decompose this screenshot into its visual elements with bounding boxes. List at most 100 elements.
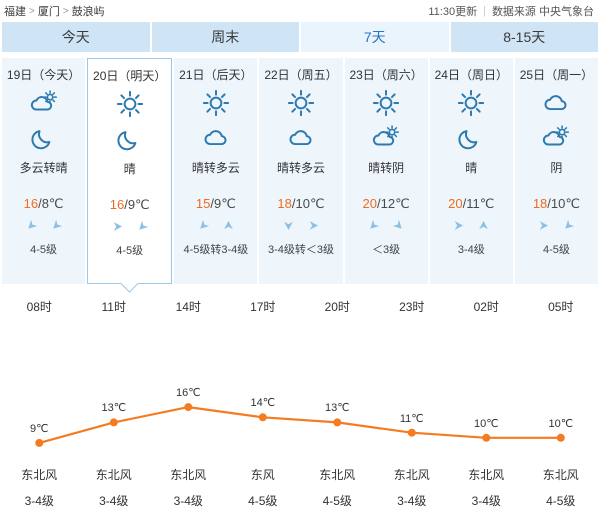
- day-high-temp: 18: [532, 196, 548, 211]
- day-card-4[interactable]: 23日（周六） 晴转阴 20/12℃ ＜3级: [344, 58, 428, 284]
- wind-direction: 东北风: [95, 468, 132, 482]
- day-condition: 晴: [123, 162, 136, 176]
- day-card-5[interactable]: 24日（周日） 晴 20/11℃ 3-4级: [429, 58, 513, 284]
- wind-level: 4-5级: [546, 494, 576, 508]
- temperature-point-7: [556, 433, 565, 442]
- day-temperature-range: 16/9℃: [110, 197, 150, 213]
- hourly-wind-4: 东北风 4-5级: [300, 466, 375, 509]
- sun-icon: [372, 89, 400, 122]
- day-low-temp: 12℃: [380, 196, 410, 211]
- hourly-temperature-chart: 9℃ 13℃ 16℃ 14℃ 13℃ 11℃ 10℃ 10℃: [2, 320, 598, 460]
- wind-level: 4-5级: [322, 494, 352, 508]
- meta-divider: |: [483, 5, 486, 17]
- day-low-temp: 9℃: [127, 197, 150, 212]
- temperature-point-4: [333, 418, 342, 427]
- day-temperature-range: 20/11℃: [448, 196, 494, 212]
- day-condition: 晴: [465, 161, 478, 175]
- day-icons: [30, 89, 58, 151]
- day-wind-arrows: [537, 219, 575, 235]
- day-wind-level: 4-5级: [542, 244, 570, 256]
- day-icons: [116, 90, 144, 152]
- moon-icon: [457, 124, 485, 157]
- hourly-wind-0: 东北风 3-4级: [2, 466, 77, 509]
- day-date: 20日（明天）: [93, 69, 167, 83]
- wind-direction: 东北风: [542, 468, 579, 482]
- day-icons: [372, 89, 400, 151]
- day-wind-arrows: [367, 219, 405, 237]
- day-high-temp: 15: [195, 196, 211, 211]
- temperature-label-1: 13℃: [101, 402, 127, 415]
- tab-label: 8-15天: [503, 29, 546, 45]
- wind-arrow-icon: [111, 220, 124, 238]
- sun-icon: [116, 90, 144, 123]
- wind-arrow-icon: [452, 219, 465, 237]
- day-temperature-range: 18/10℃: [277, 196, 324, 212]
- wind-arrow-icon: [477, 219, 490, 237]
- wind-level: 3-4级: [99, 494, 129, 508]
- day-wind-level: ＜3级: [372, 244, 401, 256]
- breadcrumb-item-district[interactable]: 鼓浪屿: [72, 3, 105, 19]
- day-card-1[interactable]: 20日（明天） 晴 16/9℃ 4-5级: [87, 58, 173, 293]
- day-icons: [202, 89, 230, 151]
- top-bar: 福建 > 厦门 > 鼓浪屿 11:30更新 | 数据来源 中央气象台: [0, 0, 600, 22]
- breadcrumb-item-province[interactable]: 福建: [4, 3, 26, 19]
- wind-arrow-icon: [25, 219, 38, 237]
- tab-0[interactable]: 今天: [2, 22, 150, 52]
- hour-label-0: 08时: [26, 300, 52, 314]
- hourly-wind-3: 东风 4-5级: [226, 466, 301, 509]
- day-condition: 阴: [550, 161, 563, 175]
- hourly-wind-row: 东北风 3-4级 东北风 3-4级 东北风 3-4级 东风 4-5级 东北风 4-5级 东北风 3-4…: [0, 460, 600, 509]
- update-time: 11:30更新: [428, 6, 478, 18]
- wind-level: 3-4级: [397, 494, 427, 508]
- temperature-label-7: 10℃: [548, 417, 574, 430]
- wind-direction: 东风: [250, 468, 275, 482]
- day-high-temp: 16: [23, 196, 39, 211]
- forecast-range-tabs: 今天 周末 7天 8-15天: [0, 22, 600, 52]
- wind-arrow-icon: [282, 219, 295, 237]
- temperature-label-5: 11℃: [399, 412, 424, 425]
- wind-arrow-icon: [222, 219, 235, 237]
- moon-icon: [116, 125, 144, 158]
- wind-arrow-icon: [307, 219, 320, 237]
- temperature-point-2: [184, 403, 193, 412]
- temperature-point-3: [258, 413, 267, 422]
- day-date: 22日（周五）: [264, 68, 338, 82]
- day-card-6[interactable]: 25日（周一） 阴 18/10℃ 4-5级: [514, 58, 598, 284]
- hour-label-6: 02时: [473, 300, 499, 314]
- cloud-sun-icon: [30, 89, 58, 122]
- tab-2[interactable]: 7天: [301, 22, 449, 52]
- day-low-temp: 11℃: [466, 196, 495, 211]
- day-card-3[interactable]: 22日（周五） 晴转多云 18/10℃ 3-4级转＜3级: [259, 58, 343, 284]
- day-low-temp: 10℃: [550, 196, 580, 211]
- tab-label: 7天: [363, 29, 386, 45]
- sun-icon: [457, 89, 485, 122]
- hour-label-4: 20时: [324, 300, 350, 314]
- temperature-label-0: 9℃: [30, 422, 49, 435]
- day-date: 19日（今天）: [6, 68, 81, 82]
- hourly-wind-5: 东北风 3-4级: [375, 466, 450, 509]
- day-card-0[interactable]: 19日（今天） 多云转晴 16/8℃ 4-5级: [2, 58, 86, 284]
- tab-1[interactable]: 周末: [151, 22, 299, 52]
- temperature-label-4: 13℃: [324, 402, 350, 415]
- wind-direction: 东北风: [21, 468, 58, 482]
- moon-icon: [30, 124, 58, 157]
- wind-level: 3-4级: [471, 494, 501, 508]
- temperature-point-6: [482, 433, 491, 442]
- sun-icon: [202, 89, 230, 122]
- temperature-point-0: [35, 438, 44, 447]
- sun-icon: [287, 89, 315, 122]
- tab-3[interactable]: 8-15天: [450, 22, 598, 52]
- breadcrumb-item-city[interactable]: 厦门: [38, 3, 60, 19]
- hour-axis: 08时 11时 14时 17时 20时 23时 02时 05时: [0, 284, 600, 320]
- hourly-wind-2: 东北风 3-4级: [151, 466, 226, 509]
- wind-arrow-icon: [392, 219, 405, 237]
- cloud-sun-icon: [372, 124, 400, 157]
- wind-arrow-icon: [136, 220, 149, 238]
- day-temperature-range: 18/10℃: [533, 196, 580, 212]
- header-meta: 11:30更新 | 数据来源 中央气象台: [428, 3, 594, 19]
- wind-direction: 东北风: [170, 468, 207, 482]
- day-card-2[interactable]: 21日（后天） 晴转多云 15/9℃ 4-5级转3-4级: [174, 58, 258, 284]
- breadcrumb: 福建 > 厦门 > 鼓浪屿: [4, 3, 105, 19]
- wind-level: 4-5级: [248, 494, 278, 508]
- wind-direction: 东北风: [468, 468, 505, 482]
